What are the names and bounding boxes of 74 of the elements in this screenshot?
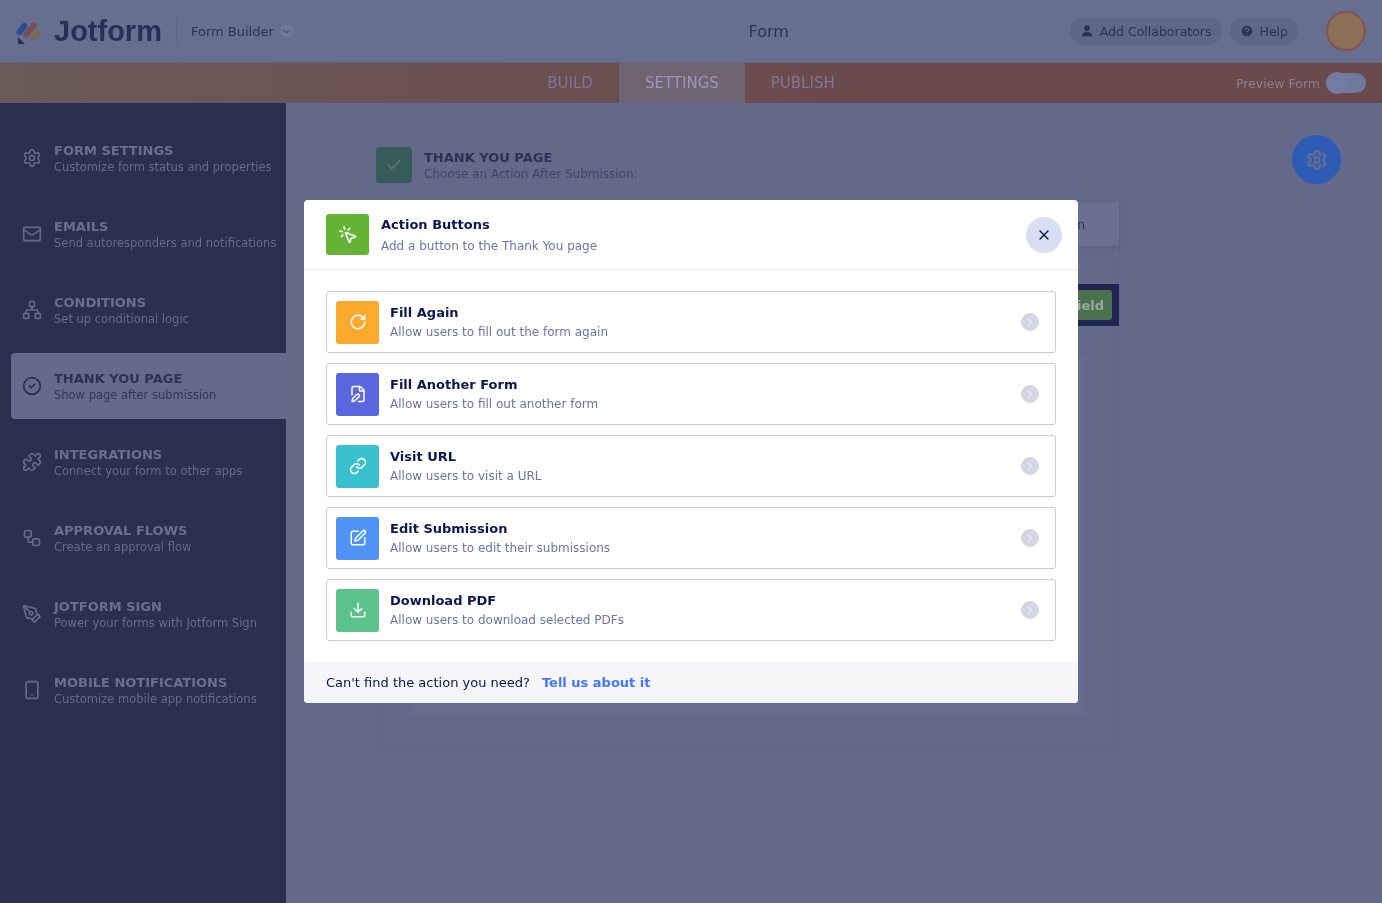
sidebar-item-title: THANK YOU PAGE xyxy=(54,370,184,386)
action-description: Allow users to download selected PDFs xyxy=(390,613,625,627)
sidebar-item-subtitle: Create an approval flow xyxy=(54,539,192,554)
action-title: Fill Another Form xyxy=(390,377,519,392)
action-description: Allow users to fill out another form xyxy=(390,397,600,411)
action-title: Edit Submission xyxy=(390,521,509,536)
product-dropdown[interactable]: Form Builder xyxy=(190,23,294,39)
check-circle-icon xyxy=(22,376,42,396)
action-description: Allow users to fill out the form again xyxy=(390,325,610,339)
feedback-link[interactable]: Tell us about it xyxy=(541,675,651,690)
sidebar-item-subtitle: Customize form status and properties xyxy=(54,159,272,174)
settings-icon xyxy=(1305,148,1328,171)
action-option[interactable]: Fill Another Form Allow users to fill out another form xyxy=(326,363,1056,425)
chevron-right-icon xyxy=(1021,457,1039,475)
preview-label: Preview Form xyxy=(1235,75,1320,91)
tab[interactable]: BUILD xyxy=(521,63,619,103)
sidebar-item-subtitle: Set up conditional logic xyxy=(54,311,189,326)
sidebar-item-title: MOBILE NOTIFICATIONS xyxy=(54,674,229,690)
user-icon xyxy=(1079,24,1094,38)
flow-icon xyxy=(22,528,42,548)
dialog-subtitle: Add a button to the Thank You page xyxy=(381,238,599,253)
sidebar-item-title: JOTFORM SIGN xyxy=(54,598,163,614)
action-description: Allow users to visit a URL xyxy=(390,469,543,483)
settings-icon xyxy=(22,148,42,168)
sidebar-item[interactable]: APPROVAL FLOWS Create an approval flow xyxy=(11,505,286,571)
option-card: n xyxy=(1077,202,1119,246)
action-title: Download PDF xyxy=(390,593,498,608)
action-title: Visit URL xyxy=(390,449,458,464)
sidebar-item[interactable]: JOTFORM SIGN Power your forms with Jotform Sign xyxy=(11,581,286,647)
action-option[interactable]: Visit URL Allow users to visit a URL xyxy=(326,435,1056,497)
sidebar-item-title: APPROVAL FLOWS xyxy=(54,522,189,538)
sidebar-item-title: INTEGRATIONS xyxy=(54,446,164,462)
chevron-down-icon xyxy=(279,24,294,38)
help-icon xyxy=(1239,24,1254,38)
avatar[interactable] xyxy=(1326,11,1366,51)
sidebar-item[interactable]: EMAILS Send autoresponders and notifications xyxy=(11,201,286,267)
logo-text: Jotform xyxy=(54,14,162,48)
action-option[interactable]: Edit Submission Allow users to edit their submissions xyxy=(326,507,1056,569)
chevron-right-icon xyxy=(1021,529,1039,547)
tab[interactable]: PUBLISH xyxy=(744,63,861,103)
footer-text: Can't find the action you need? xyxy=(326,675,530,690)
settings-button[interactable] xyxy=(1292,135,1341,184)
add-field-button[interactable]: ield xyxy=(1077,290,1113,320)
preview-toggle[interactable] xyxy=(1326,73,1366,93)
hierarchy-icon xyxy=(22,300,42,320)
action-title: Fill Again xyxy=(390,305,460,320)
close-button[interactable] xyxy=(1026,216,1062,253)
phone-icon xyxy=(22,680,42,700)
action-option[interactable]: Fill Again Allow users to fill out the form again xyxy=(326,291,1056,353)
sidebar-item-subtitle: Send autoresponders and notifications xyxy=(54,235,277,250)
check-icon xyxy=(376,147,412,183)
mail-icon xyxy=(22,224,42,244)
pointer-icon xyxy=(326,214,369,255)
chevron-right-icon xyxy=(1021,385,1039,403)
sidebar-item-subtitle: Connect your form to other apps xyxy=(54,463,243,478)
action-option[interactable]: Download PDF Allow users to download selected PDFs xyxy=(326,579,1056,641)
sidebar-item-title: FORM SETTINGS xyxy=(54,142,175,158)
puzzle-icon xyxy=(22,452,42,472)
sidebar-item-title: EMAILS xyxy=(54,218,110,234)
action-description: Allow users to edit their submissions xyxy=(390,541,612,555)
chevron-right-icon xyxy=(1021,313,1039,331)
dialog-title: Action Buttons xyxy=(381,216,491,232)
form-title: Form xyxy=(748,21,789,41)
sidebar-item-subtitle: Power your forms with Jotform Sign xyxy=(54,615,257,630)
pen-icon xyxy=(22,604,42,624)
sidebar-item[interactable]: MOBILE NOTIFICATIONS Customize mobile app notifications xyxy=(11,657,286,723)
sidebar-item-title: CONDITIONS xyxy=(54,294,148,310)
tab[interactable]: SETTINGS xyxy=(618,63,745,103)
sidebar-item[interactable]: INTEGRATIONS Connect your form to other apps xyxy=(11,429,286,495)
sidebar-item[interactable]: CONDITIONS Set up conditional logic xyxy=(11,277,286,343)
chevron-right-icon xyxy=(1021,601,1039,619)
page-title: THANK YOU PAGE xyxy=(424,149,554,165)
sidebar-item[interactable]: FORM SETTINGS Customize form status and properties xyxy=(11,125,286,191)
sidebar-item-subtitle: Customize mobile app notifications xyxy=(54,691,257,706)
